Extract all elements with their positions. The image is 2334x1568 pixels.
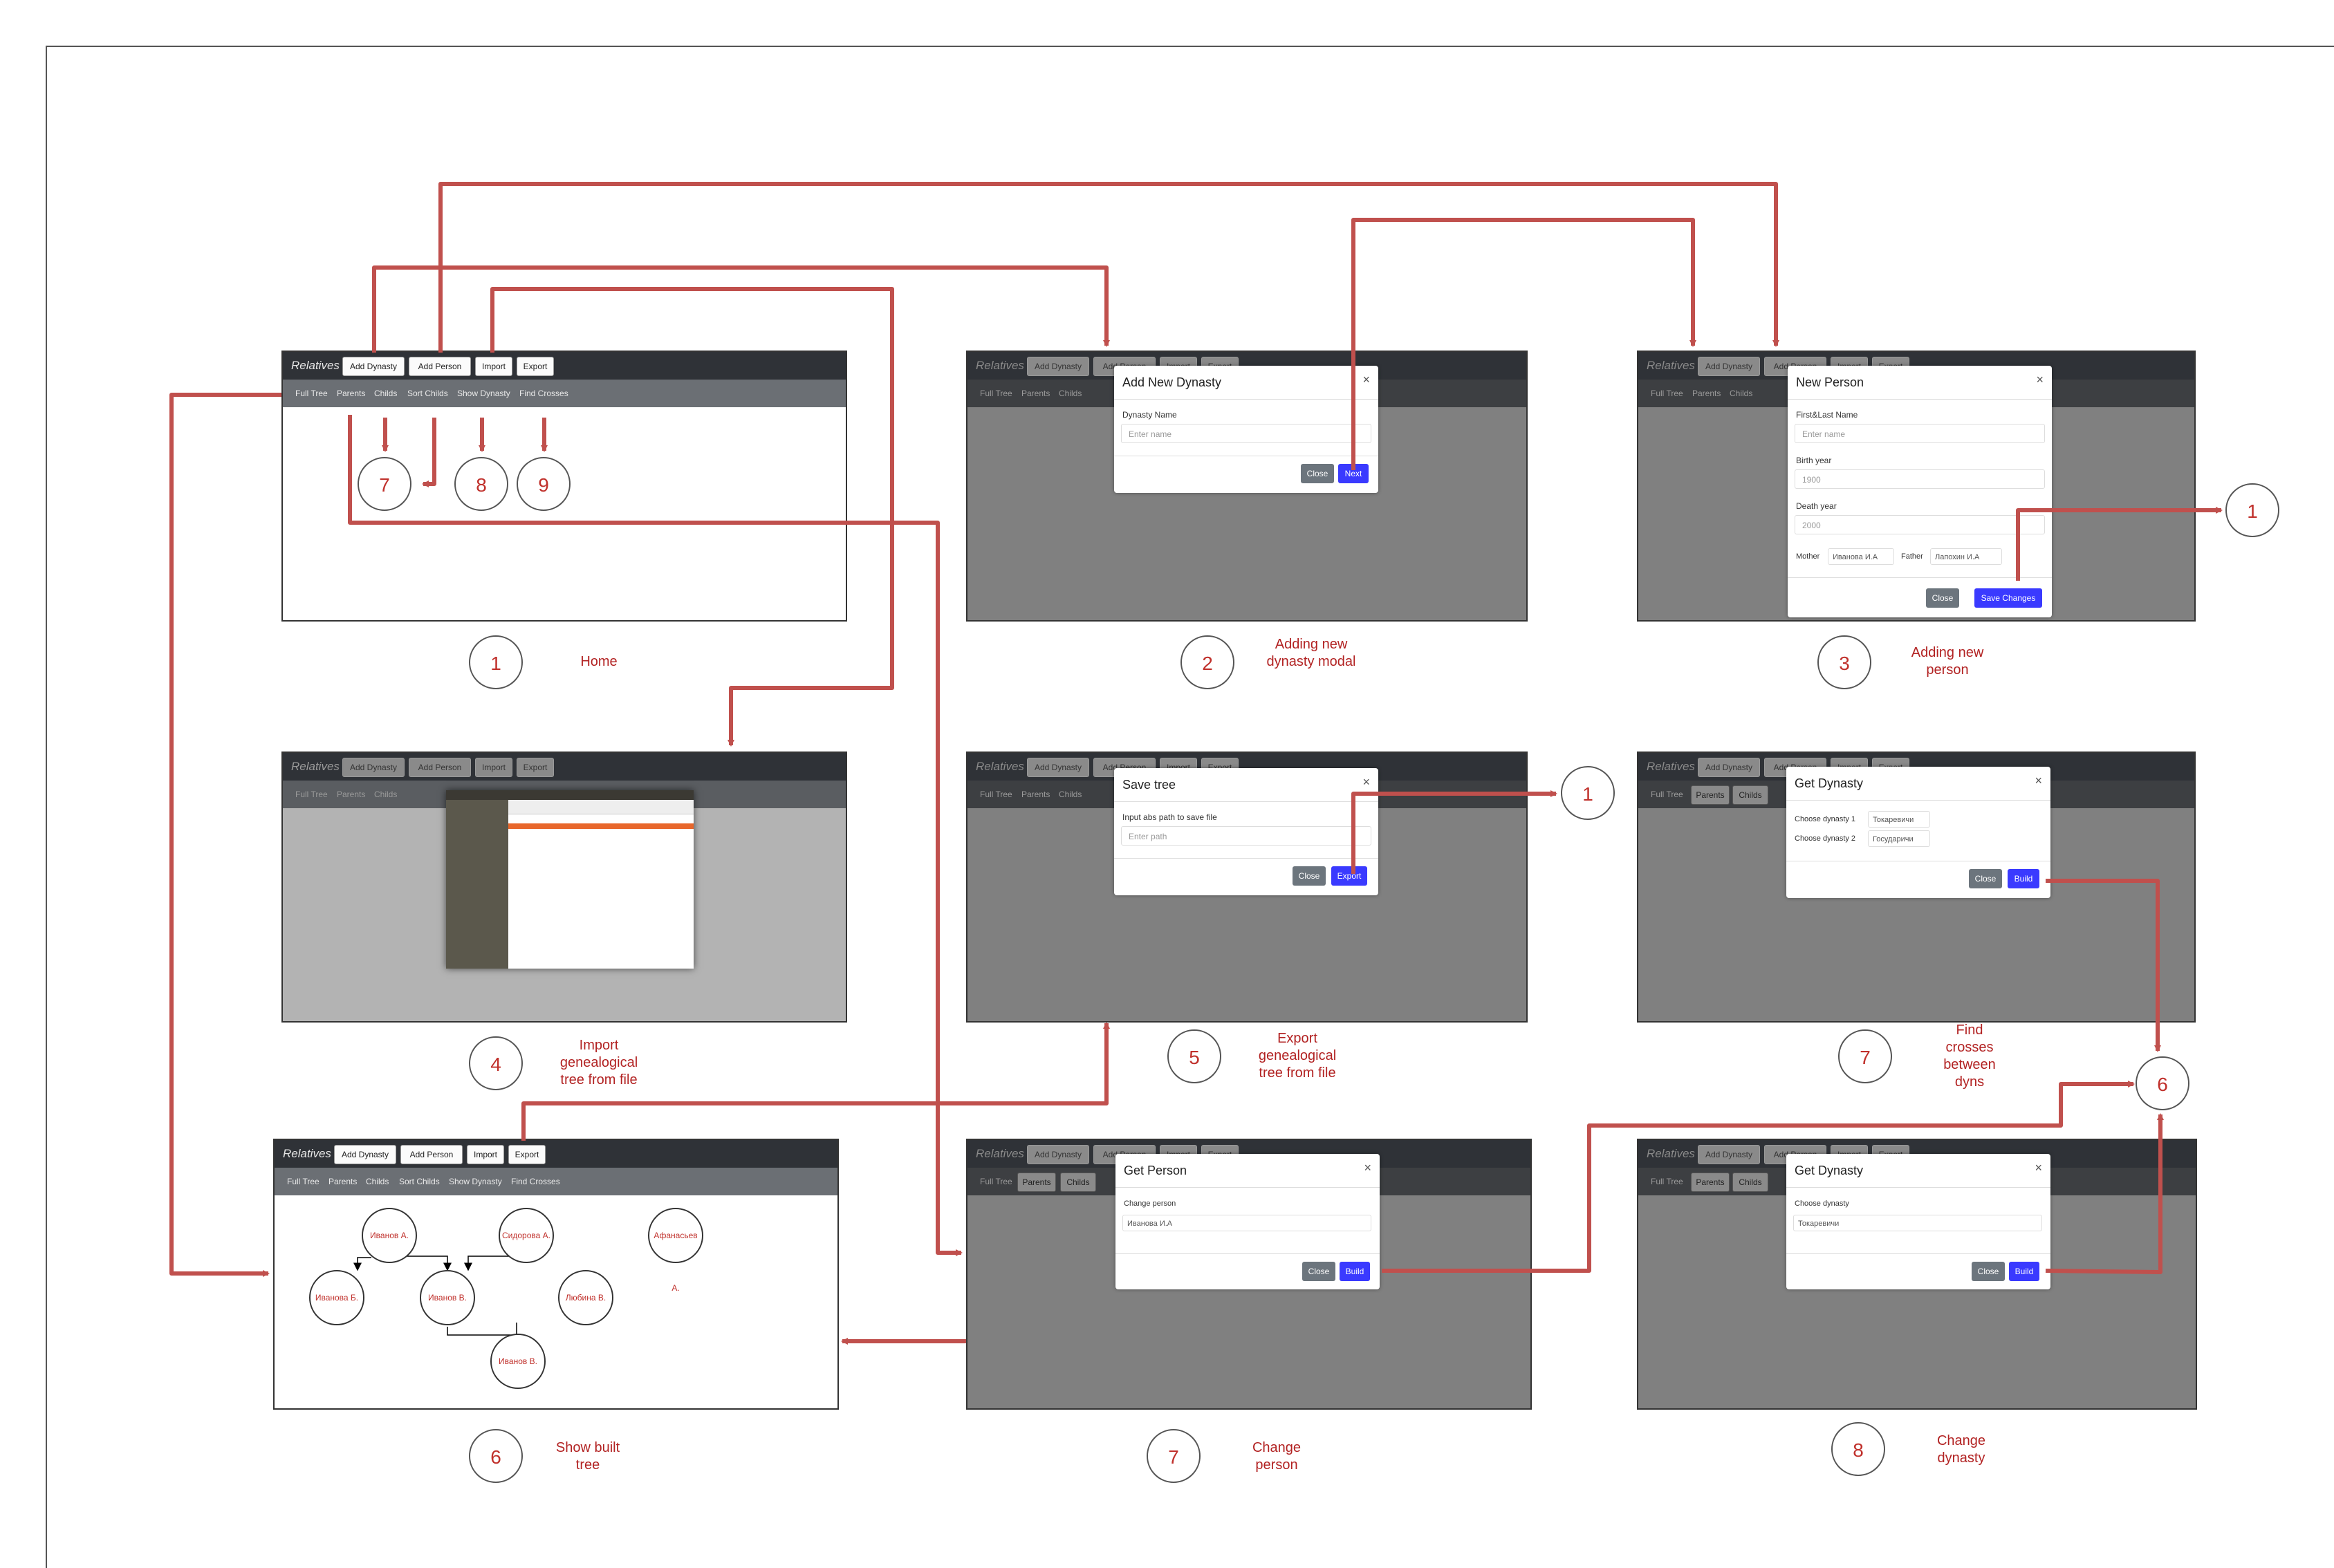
arrow-person-build: [1382, 1081, 2135, 1273]
arrow-import: [490, 287, 894, 747]
arrow-to-7b: [422, 418, 436, 487]
screen-caption: Find crosses between dyns: [1943, 1023, 1996, 1090]
screen-number: 4: [469, 1036, 523, 1090]
marker-circle: 7: [358, 457, 411, 511]
arrow-full-tree: [169, 393, 281, 1277]
screen-caption: Show built tree: [555, 1440, 620, 1473]
arrow-add-dynasty: [372, 265, 1110, 353]
screen-caption: Export genealogical tree from file: [1258, 1031, 1337, 1081]
screen-number: 2: [1180, 635, 1234, 689]
marker-circle: 6: [2136, 1056, 2189, 1110]
marker-circle: 1: [2225, 483, 2279, 537]
arrow-next: [1351, 218, 1696, 470]
screen-number: 3: [1817, 635, 1871, 689]
screen-number: 7: [1838, 1029, 1892, 1083]
screen-number: 7: [1147, 1429, 1201, 1483]
arrow-save-person: [2016, 507, 2223, 581]
marker-circle: 1: [1561, 766, 1615, 820]
arrow-parents: [348, 415, 963, 1256]
screen-number: 8: [1831, 1422, 1885, 1476]
marker-circle: 9: [517, 457, 571, 511]
screen-caption: Import genealogical tree from file: [559, 1038, 638, 1088]
screen-number: 5: [1167, 1029, 1221, 1083]
screen-caption: Change person: [1252, 1440, 1302, 1473]
screen-caption: Change dynasty: [1936, 1433, 1986, 1466]
screen-caption: Adding new person: [1911, 645, 1984, 678]
screen-number: 6: [469, 1429, 523, 1483]
screen-number: 1: [469, 635, 523, 689]
marker-circle: 8: [454, 457, 508, 511]
flow-arrows: [169, 182, 2223, 1345]
screen-caption: Home: [580, 654, 618, 669]
arrow-dynasty-build: [2045, 1113, 2164, 1274]
arrow-cross-build: [2046, 879, 2161, 1052]
arrow-export-home: [1351, 790, 1557, 874]
screen-caption: Adding new dynasty modal: [1266, 637, 1356, 669]
